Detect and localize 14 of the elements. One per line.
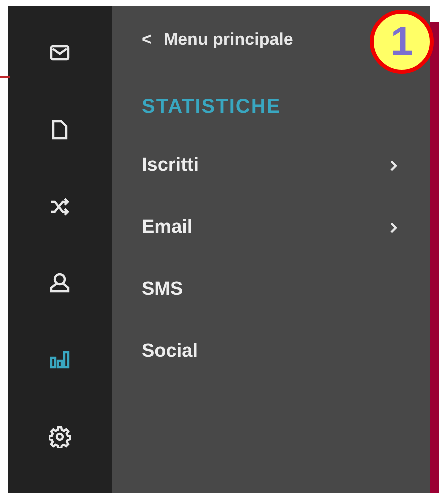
user-icon	[50, 273, 70, 294]
chevron-right-icon	[390, 160, 398, 172]
mail-icon	[50, 44, 70, 61]
settings-icon	[49, 426, 71, 448]
document-icon	[52, 120, 68, 140]
chevron-right-icon	[390, 222, 398, 234]
menu-item[interactable]: Social	[142, 321, 400, 383]
menu-item[interactable]: Email	[142, 197, 400, 259]
shuffle-icon	[50, 198, 70, 216]
back-link[interactable]: < Menu principale	[142, 28, 294, 52]
menu-item[interactable]: SMS	[142, 259, 400, 321]
section-title: STATISTICHE	[142, 96, 282, 119]
bar-chart-icon	[50, 351, 70, 370]
menu-item[interactable]: Iscritti	[142, 135, 400, 197]
